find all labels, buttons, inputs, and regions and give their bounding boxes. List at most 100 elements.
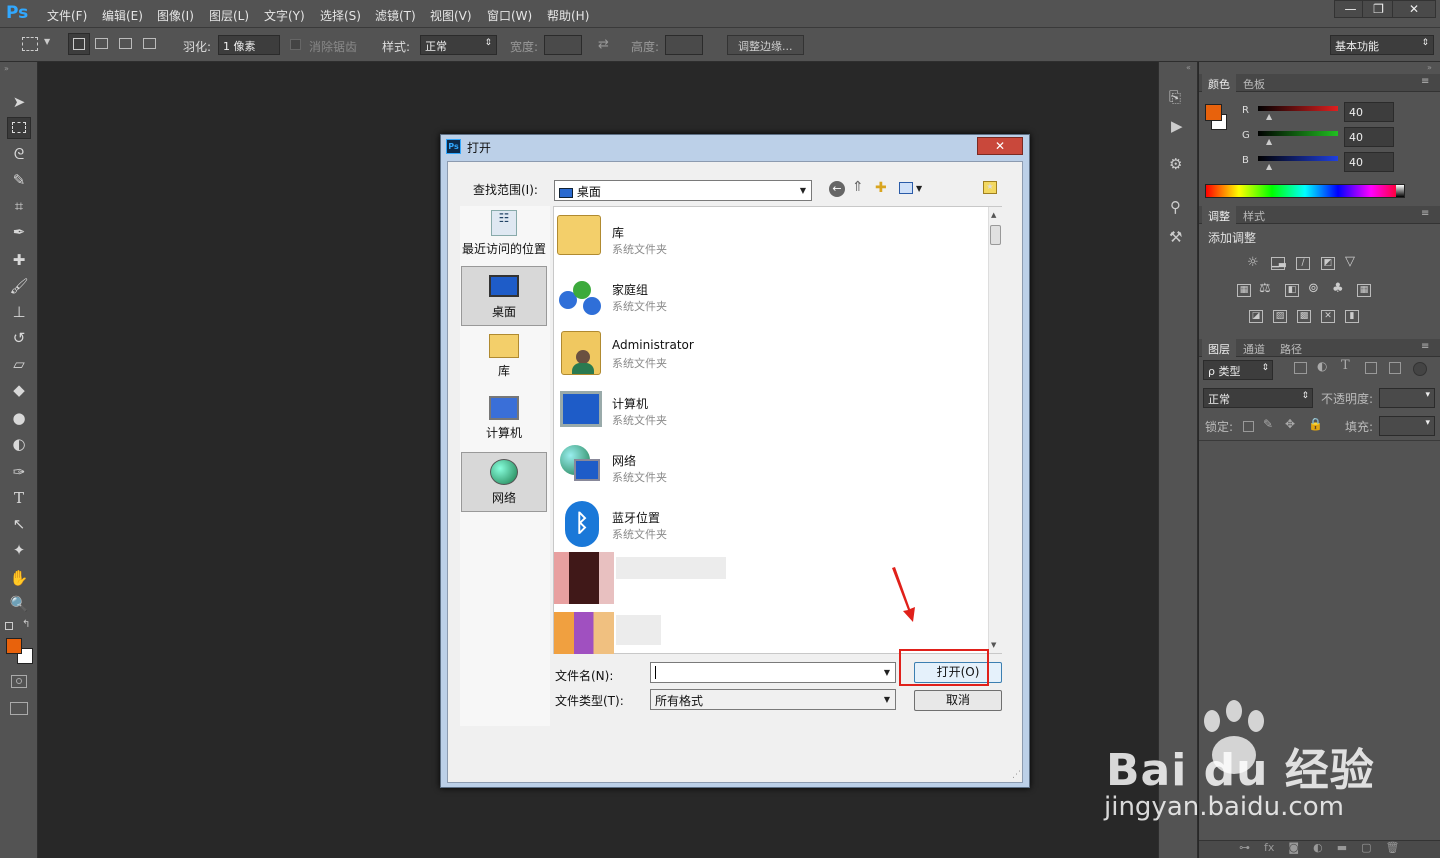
- computer-icon[interactable]: [560, 391, 602, 427]
- view-menu-chevron-icon[interactable]: ▼: [916, 184, 922, 193]
- delete-layer-icon[interactable]: 🗑: [1386, 841, 1400, 854]
- restore-button[interactable]: ❐: [1362, 0, 1395, 18]
- blurred-file-thumbnail[interactable]: [554, 612, 614, 654]
- channel-r-slider[interactable]: [1258, 106, 1338, 111]
- nav-recent-places[interactable]: ☷ 最近访问的位置: [461, 210, 547, 262]
- dodge-tool-icon[interactable]: ◐: [7, 433, 31, 455]
- clone-stamp-tool-icon[interactable]: ⊥: [7, 301, 31, 323]
- refine-edge-button[interactable]: 调整边缘...: [727, 35, 804, 55]
- quick-mask-icon[interactable]: [11, 675, 27, 688]
- fill-input[interactable]: ▾: [1379, 416, 1435, 436]
- style-select[interactable]: 正常 ⇕: [420, 35, 497, 55]
- marquee-preset-icon[interactable]: [22, 37, 38, 51]
- blend-mode-select[interactable]: 正常 ⇕: [1203, 388, 1313, 408]
- levels-icon[interactable]: ▁▃: [1271, 257, 1286, 270]
- menu-view[interactable]: 视图(V): [430, 7, 472, 24]
- channel-mixer-icon[interactable]: ♣: [1332, 281, 1344, 296]
- tool-presets-panel-icon[interactable]: ⚒: [1169, 228, 1182, 246]
- nav-network[interactable]: 网络: [461, 452, 547, 512]
- curves-icon[interactable]: ∕: [1296, 257, 1310, 270]
- quick-selection-tool-icon[interactable]: ✎: [7, 169, 31, 191]
- blur-tool-icon[interactable]: ●: [7, 407, 31, 429]
- new-group-icon[interactable]: ▬: [1337, 841, 1347, 854]
- expand-strip-icon[interactable]: «: [1186, 63, 1191, 72]
- healing-brush-tool-icon[interactable]: ✚: [7, 249, 31, 271]
- vibrance-icon[interactable]: ▽: [1345, 254, 1355, 269]
- history-brush-tool-icon[interactable]: ↺: [7, 327, 31, 349]
- antialias-checkbox[interactable]: [290, 39, 301, 50]
- channel-g-thumb-icon[interactable]: ▲: [1266, 137, 1272, 146]
- invert-icon[interactable]: ◪: [1249, 310, 1263, 323]
- color-balance-icon[interactable]: ⚖: [1259, 281, 1271, 296]
- user-folder-icon[interactable]: [561, 331, 601, 375]
- color-spectrum-bar[interactable]: [1205, 184, 1405, 198]
- new-layer-icon[interactable]: ▢: [1361, 841, 1371, 854]
- file-name[interactable]: 库: [612, 224, 624, 241]
- network-icon[interactable]: [560, 445, 602, 487]
- lasso-tool-icon[interactable]: ᘓ: [7, 143, 31, 165]
- layer-filter-select[interactable]: ρ 类型 ⇕: [1203, 360, 1273, 380]
- swap-dimensions-icon[interactable]: ⇄: [598, 37, 609, 52]
- preset-chevron-icon[interactable]: ▼: [44, 37, 50, 46]
- file-type-select[interactable]: 所有格式 ▼: [650, 689, 896, 710]
- tab-layers[interactable]: 图层: [1202, 339, 1236, 357]
- view-menu-icon[interactable]: [899, 182, 913, 194]
- tab-channels[interactable]: 通道: [1237, 339, 1271, 357]
- channel-b-slider[interactable]: [1258, 156, 1338, 161]
- file-list-scrollbar[interactable]: ▲ ▼: [988, 207, 1002, 653]
- subtract-selection-icon[interactable]: [119, 38, 132, 49]
- add-selection-icon[interactable]: [95, 38, 108, 49]
- type-tool-icon[interactable]: T: [7, 487, 31, 509]
- tab-swatches[interactable]: 色板: [1237, 74, 1271, 92]
- feather-input[interactable]: 1 像素: [218, 35, 280, 55]
- menu-image[interactable]: 图像(I): [157, 7, 194, 24]
- path-selection-tool-icon[interactable]: ↖: [7, 513, 31, 535]
- filter-adjustment-icon[interactable]: ◐: [1317, 359, 1327, 373]
- menu-window[interactable]: 窗口(W): [487, 7, 532, 24]
- tab-color[interactable]: 颜色: [1202, 74, 1236, 92]
- dialog-close-button[interactable]: ✕: [977, 137, 1023, 155]
- menu-edit[interactable]: 编辑(E): [102, 7, 143, 24]
- channel-g-slider[interactable]: [1258, 131, 1338, 136]
- move-tool-icon[interactable]: ➤: [7, 91, 31, 113]
- channel-b-thumb-icon[interactable]: ▲: [1266, 162, 1272, 171]
- brush-presets-panel-icon[interactable]: ⚲: [1170, 198, 1181, 216]
- link-layers-icon[interactable]: ⊶: [1239, 841, 1250, 854]
- color-lookup-icon[interactable]: ▦: [1357, 284, 1371, 297]
- collapse-panels-icon[interactable]: »: [1427, 63, 1432, 72]
- pen-tool-icon[interactable]: ✑: [7, 461, 31, 483]
- history-panel-icon[interactable]: ⎘: [1169, 88, 1181, 106]
- close-window-button[interactable]: ✕: [1392, 0, 1436, 18]
- look-in-select[interactable]: 桌面 ▼: [554, 180, 812, 201]
- workspace-select[interactable]: 基本功能 ⇕: [1330, 35, 1434, 55]
- tab-adjustments[interactable]: 调整: [1202, 206, 1236, 224]
- fx-icon[interactable]: fx: [1264, 841, 1274, 854]
- paint-bucket-tool-icon[interactable]: ◆: [7, 379, 31, 401]
- resize-grip-icon[interactable]: ⋰: [1012, 770, 1021, 780]
- menu-help[interactable]: 帮助(H): [547, 7, 589, 24]
- rectangular-marquee-tool-icon[interactable]: [7, 117, 31, 139]
- file-name[interactable]: 计算机: [612, 395, 648, 412]
- filter-type-icon[interactable]: T: [1341, 358, 1350, 373]
- channel-b-input[interactable]: 40: [1344, 152, 1394, 172]
- width-input[interactable]: [544, 35, 582, 55]
- crop-tool-icon[interactable]: ⌗: [7, 195, 31, 217]
- hand-tool-icon[interactable]: ✋: [7, 567, 31, 589]
- nav-computer[interactable]: 计算机: [461, 396, 547, 448]
- up-folder-icon[interactable]: ⇑: [852, 179, 864, 195]
- nav-desktop[interactable]: 桌面: [461, 266, 547, 326]
- selective-color-icon[interactable]: ✕: [1321, 310, 1335, 323]
- color-panel-menu-icon[interactable]: ≡: [1421, 76, 1429, 87]
- photo-filter-icon[interactable]: ⊚: [1308, 281, 1319, 296]
- file-name[interactable]: 家庭组: [612, 281, 648, 298]
- filter-shape-icon[interactable]: [1365, 362, 1377, 374]
- favorites-icon[interactable]: ★: [983, 181, 997, 194]
- opacity-input[interactable]: ▾: [1379, 388, 1435, 408]
- eyedropper-tool-icon[interactable]: ✒: [7, 221, 31, 243]
- blurred-file-thumbnail[interactable]: [554, 552, 614, 604]
- info-panel-icon[interactable]: ⚙: [1169, 155, 1182, 173]
- channel-g-input[interactable]: 40: [1344, 127, 1394, 147]
- nav-library[interactable]: 库: [461, 334, 547, 386]
- brush-tool-icon[interactable]: 🖌: [7, 275, 31, 297]
- tab-paths[interactable]: 路径: [1274, 339, 1308, 357]
